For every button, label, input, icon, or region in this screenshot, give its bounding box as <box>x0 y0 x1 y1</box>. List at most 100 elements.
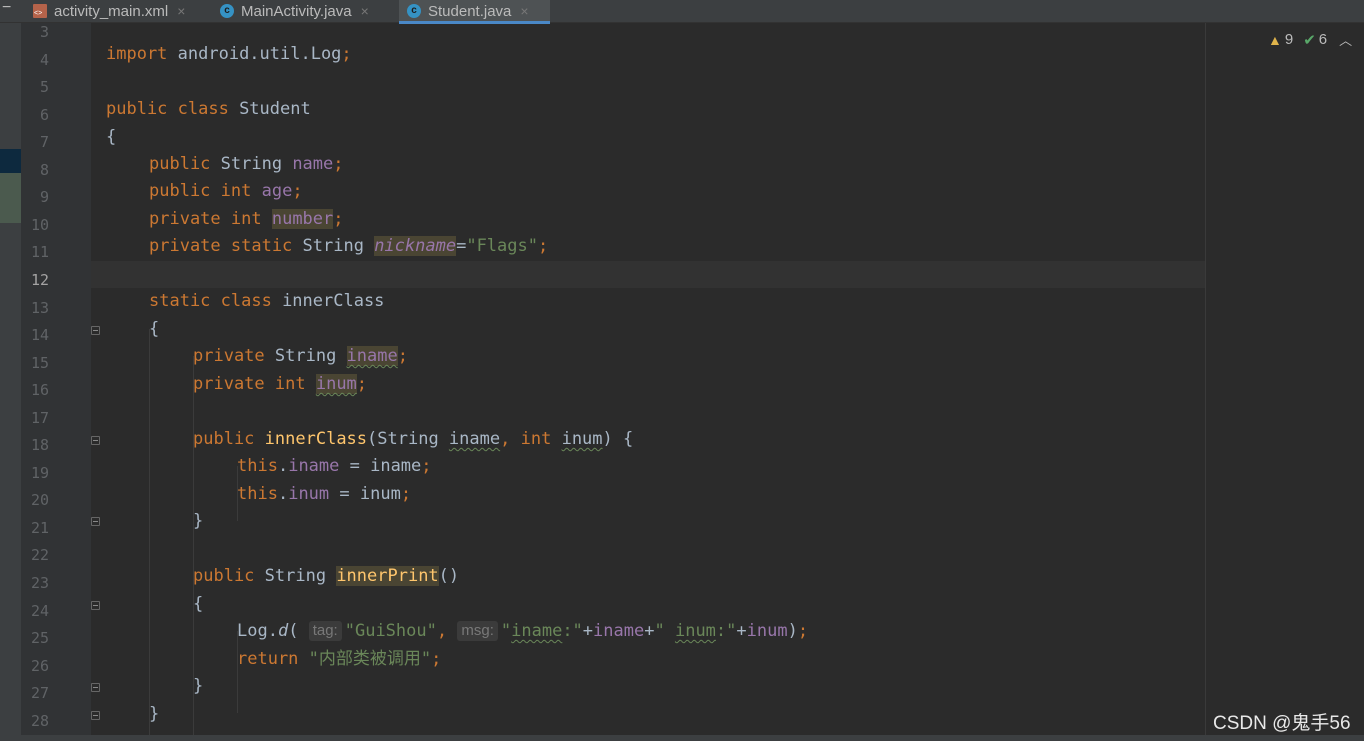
editor-tab-bar: − activity_main.xml × c MainActivity.jav… <box>0 0 1364 24</box>
code-line-28[interactable]: } <box>149 701 159 728</box>
line-number[interactable]: 22 <box>21 542 49 569</box>
line-number[interactable]: 13 <box>21 295 49 322</box>
line-number[interactable]: 4 <box>21 47 49 74</box>
line-number[interactable]: 23 <box>21 570 49 597</box>
line-number[interactable]: 20 <box>21 487 49 514</box>
dot: . <box>277 484 289 504</box>
warning-count: 9 <box>1284 31 1294 48</box>
keyword: private <box>193 346 265 366</box>
code-line-9[interactable]: public int age; <box>149 178 303 205</box>
keyword: public <box>193 566 255 586</box>
string-literal: :" <box>562 621 583 641</box>
line-number[interactable]: 5 <box>21 74 49 101</box>
code-editor[interactable]: import android.util.Log; public class St… <box>91 23 1205 741</box>
line-number[interactable]: 3 <box>21 19 49 46</box>
tab-activity-main-xml[interactable]: activity_main.xml × <box>33 0 185 22</box>
line-number[interactable]: 10 <box>21 212 49 239</box>
current-line-highlight <box>91 261 1205 288</box>
brace: { <box>193 594 204 614</box>
code-line-10[interactable]: private int number; <box>149 206 344 233</box>
tab-student-java[interactable]: c Student.java × <box>399 0 550 24</box>
code-line-20[interactable]: this.inum = inum; <box>237 481 411 508</box>
type: String <box>210 154 293 174</box>
line-number[interactable]: 9 <box>21 184 49 211</box>
indent-guide <box>149 329 150 741</box>
line-number[interactable]: 21 <box>21 515 49 542</box>
string-literal: "GuiShou" <box>344 621 437 641</box>
close-icon[interactable]: × <box>177 3 185 19</box>
field-name: inum <box>288 484 330 504</box>
code-line-14[interactable]: { <box>149 316 159 343</box>
field-name: age <box>261 181 293 201</box>
keyword: this <box>237 484 278 504</box>
line-number[interactable]: 8 <box>21 157 49 184</box>
semicolon: ; <box>400 484 412 504</box>
param-hint: msg: <box>457 621 498 641</box>
field-name: name <box>292 154 334 174</box>
inspection-widget[interactable]: ▲ 9 ✔ 6 ︿ <box>1268 30 1352 49</box>
method-name: innerPrint <box>336 566 439 586</box>
line-number[interactable]: 19 <box>21 460 49 487</box>
right-margin-line <box>1205 23 1206 741</box>
code-line-18[interactable]: public innerClass(String iname, int inum… <box>193 426 633 453</box>
close-icon[interactable]: × <box>361 3 369 19</box>
code-line-19[interactable]: this.iname = iname; <box>237 453 432 480</box>
close-icon[interactable]: × <box>520 3 528 19</box>
field-name: iname <box>346 346 398 366</box>
field-name: iname <box>593 621 645 641</box>
line-number[interactable]: 17 <box>21 405 49 432</box>
code-line-4[interactable]: import android.util.Log; <box>106 41 352 68</box>
code-line-26[interactable]: return "内部类被调用"; <box>237 646 441 673</box>
line-number[interactable]: 24 <box>21 598 49 625</box>
semicolon: ; <box>333 209 344 229</box>
line-number[interactable]: 14 <box>21 322 49 349</box>
change-marker <box>0 173 21 223</box>
tab-mainactivity-java[interactable]: c MainActivity.java × <box>220 0 369 22</box>
keyword: this <box>237 456 278 476</box>
code-line-25[interactable]: Log.d( tag: "GuiShou", msg: "iname:"+iname… <box>237 618 808 645</box>
line-number[interactable]: 11 <box>21 239 49 266</box>
semicolon: ; <box>397 346 408 366</box>
static-method: d <box>277 621 289 641</box>
string-literal: " <box>654 621 675 641</box>
keyword: public <box>193 429 255 449</box>
param-name: inum <box>561 429 603 449</box>
code-line-27[interactable]: } <box>193 673 203 700</box>
brace: } <box>193 511 204 531</box>
line-number[interactable]: 27 <box>21 680 49 707</box>
line-number[interactable]: 15 <box>21 350 49 377</box>
semicolon: ; <box>341 44 352 64</box>
chevron-up-icon[interactable]: ︿ <box>1339 30 1352 49</box>
type: String <box>292 236 375 256</box>
keyword: import <box>106 44 168 64</box>
line-number[interactable]: 18 <box>21 432 49 459</box>
code-line-7[interactable]: { <box>106 124 116 151</box>
code-line-15[interactable]: private String iname; <box>193 343 408 370</box>
code-line-23[interactable]: public String innerPrint() <box>193 563 459 590</box>
java-class-icon: c <box>220 4 234 18</box>
semicolon: ; <box>537 236 549 256</box>
code-line-16[interactable]: private int inum; <box>193 371 367 398</box>
code-line-13[interactable]: static class innerClass <box>149 288 384 315</box>
line-number[interactable]: 28 <box>21 708 49 735</box>
code-line-6[interactable]: public class Student <box>106 96 311 123</box>
operator: + <box>582 621 594 641</box>
line-number[interactable]: 16 <box>21 377 49 404</box>
param-hint: tag: <box>308 621 342 641</box>
project-tool-strip[interactable] <box>0 23 21 741</box>
line-number[interactable]: 6 <box>21 102 49 129</box>
line-number[interactable]: 12 <box>21 267 49 294</box>
line-number[interactable]: 25 <box>21 625 49 652</box>
java-class-icon: c <box>407 4 421 18</box>
keyword: return <box>237 649 299 669</box>
code-line-11[interactable]: private static String nickname="Flags"; <box>149 233 548 260</box>
code-line-24[interactable]: { <box>193 591 203 618</box>
assignment: = iname <box>339 456 422 476</box>
field-name: iname <box>288 456 340 476</box>
tab-label: Student.java <box>428 2 512 20</box>
line-number[interactable]: 7 <box>21 129 49 156</box>
code-line-21[interactable]: } <box>193 508 203 535</box>
code-line-8[interactable]: public String name; <box>149 151 344 178</box>
line-number[interactable]: 26 <box>21 653 49 680</box>
status-bar <box>0 735 1364 741</box>
